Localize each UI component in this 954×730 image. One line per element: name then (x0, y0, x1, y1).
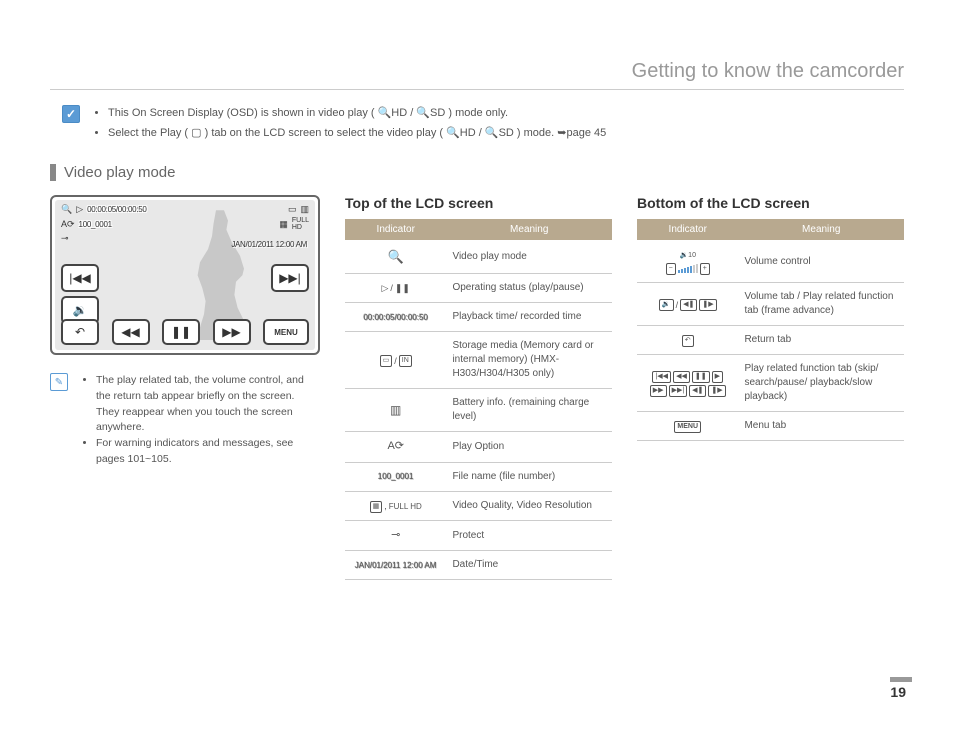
storage-media-icons: ▭ / IN (380, 355, 412, 368)
top-note-item: Select the Play ( ▢ ) tab on the LCD scr… (108, 125, 606, 143)
search-fwd-button[interactable]: ▶▶ (213, 319, 251, 345)
top-note-list: This On Screen Display (OSD) is shown in… (90, 105, 606, 144)
meaning-cell: Return tab (738, 325, 904, 354)
page-tab-marker (890, 677, 912, 682)
filename-indicator: 100_0001 (378, 472, 414, 481)
skip-prev-button[interactable]: |◀◀ (61, 264, 99, 292)
menu-tab-icon: MENU (674, 421, 701, 433)
meaning-cell: Date/Time (446, 551, 612, 580)
table-row: 00:00:05/00:00:50 Playback time/ recorde… (345, 303, 612, 332)
table-row: A⟳ Play Option (345, 432, 612, 462)
volume-tab-icons: 🔉 / ◀❚ ❚▶ (659, 299, 717, 312)
lcd-screen: 🔍 ▷ 00:00:05/00:00:50 ▭ ▥ A⟳ 100_0001 ▦ (55, 200, 315, 350)
menu-button[interactable]: MENU (263, 319, 309, 345)
top-note-item: This On Screen Display (OSD) is shown in… (108, 105, 606, 123)
bottom-table-heading: Bottom of the LCD screen (637, 195, 904, 211)
datetime-indicator: JAN/01/2011 12:00 AM (355, 561, 437, 570)
file-name: 100_0001 (79, 220, 112, 229)
meaning-cell: Play Option (446, 432, 612, 462)
table-header: Indicator (345, 219, 446, 241)
table-row: MENU Menu tab (637, 411, 904, 440)
meaning-cell: Video Quality, Video Resolution (446, 491, 612, 520)
bottom-indicator-table: Indicator Meaning 🔉10 − + (637, 219, 904, 441)
meaning-cell: Volume tab / Play related function tab (… (738, 282, 904, 325)
table-header: Indicator (637, 219, 738, 241)
meaning-cell: Video play mode (446, 241, 612, 274)
play-icon: ▷ (76, 204, 83, 215)
quality-icon: ▦ (279, 219, 288, 230)
volume-control-icons: 🔉10 (679, 251, 696, 261)
meaning-cell: Playback time/ recorded time (446, 303, 612, 332)
date-time: JAN/01/2011 12:00 AM (231, 240, 307, 249)
resolution-icon: FULLHD (292, 217, 309, 231)
table-header: Meaning (446, 219, 612, 241)
top-notes: ✓ This On Screen Display (OSD) is shown … (50, 105, 904, 144)
chapter-title: Getting to know the camcorder (50, 60, 904, 90)
battery-icon: ▥ (300, 204, 309, 215)
return-button[interactable]: ↶ (61, 319, 99, 345)
protect-icon: ⊸ (61, 233, 69, 244)
meaning-cell: Operating status (play/pause) (446, 274, 612, 303)
meaning-cell: Storage media (Memory card or internal m… (446, 332, 612, 389)
skip-next-button[interactable]: ▶▶| (271, 264, 309, 292)
left-note-item: For warning indicators and messages, see… (96, 436, 320, 468)
return-tab-icon: ↶ (682, 335, 694, 347)
check-icon: ✓ (62, 105, 80, 123)
battery-icon: ▥ (390, 403, 401, 417)
playback-time: 00:00:05/00:00:50 (87, 205, 146, 214)
section-heading: Video play mode (50, 164, 904, 181)
video-play-mode-icon: 🔍 (61, 204, 72, 215)
top-indicator-table: Indicator Meaning 🔍 Video play mode ▷ / … (345, 219, 612, 580)
table-row: ↶ Return tab (637, 325, 904, 354)
playback-time-indicator: 00:00:05/00:00:50 (363, 313, 428, 322)
storage-icon: ▭ (288, 204, 297, 215)
table-row: 🔉 / ◀❚ ❚▶ Volume tab / Play related func… (637, 282, 904, 325)
table-row: ▦ , FULL HD Video Quality, Video Resolut… (345, 491, 612, 520)
table-row: ⊸ Protect (345, 521, 612, 551)
table-row: ▭ / IN Storage media (Memory card or int… (345, 332, 612, 389)
table-row: 100_0001 File name (file number) (345, 462, 612, 491)
video-play-mode-icon: 🔍 (388, 249, 404, 264)
lcd-frame: 🔍 ▷ 00:00:05/00:00:50 ▭ ▥ A⟳ 100_0001 ▦ (50, 195, 320, 355)
top-table-heading: Top of the LCD screen (345, 195, 612, 211)
meaning-cell: Play related function tab (skip/ search/… (738, 354, 904, 411)
meaning-cell: Battery info. (remaining charge level) (446, 389, 612, 432)
table-row: 🔉10 − + Volume control (637, 241, 904, 283)
table-row: ▥ Battery info. (remaining charge level) (345, 389, 612, 432)
meaning-cell: Menu tab (738, 411, 904, 440)
meaning-cell: File name (file number) (446, 462, 612, 491)
play-function-tabs: |◀◀◀◀❚❚▶ (652, 371, 723, 383)
table-header: Meaning (738, 219, 904, 241)
meaning-cell: Protect (446, 521, 612, 551)
table-row: |◀◀◀◀❚❚▶ ▶▶▶▶|◀❚❚▶ Play related function… (637, 354, 904, 411)
search-rev-button[interactable]: ◀◀ (112, 319, 150, 345)
quality-resolution-icons: ▦ , FULL HD (370, 500, 422, 513)
meaning-cell: Volume control (738, 241, 904, 283)
protect-icon: ⊸ (391, 529, 400, 541)
play-option-icon: A⟳ (61, 219, 75, 230)
table-row: JAN/01/2011 12:00 AM Date/Time (345, 551, 612, 580)
left-note: ✎ The play related tab, the volume contr… (50, 373, 320, 468)
pencil-icon: ✎ (50, 373, 68, 391)
play-option-icon: A⟳ (387, 440, 404, 452)
play-pause-icons: ▷ / ❚❚ (381, 282, 410, 295)
table-row: ▷ / ❚❚ Operating status (play/pause) (345, 274, 612, 303)
page-number: 19 (890, 684, 906, 700)
left-note-item: The play related tab, the volume control… (96, 373, 320, 436)
table-row: 🔍 Video play mode (345, 241, 612, 274)
pause-button[interactable]: ❚❚ (162, 319, 200, 345)
